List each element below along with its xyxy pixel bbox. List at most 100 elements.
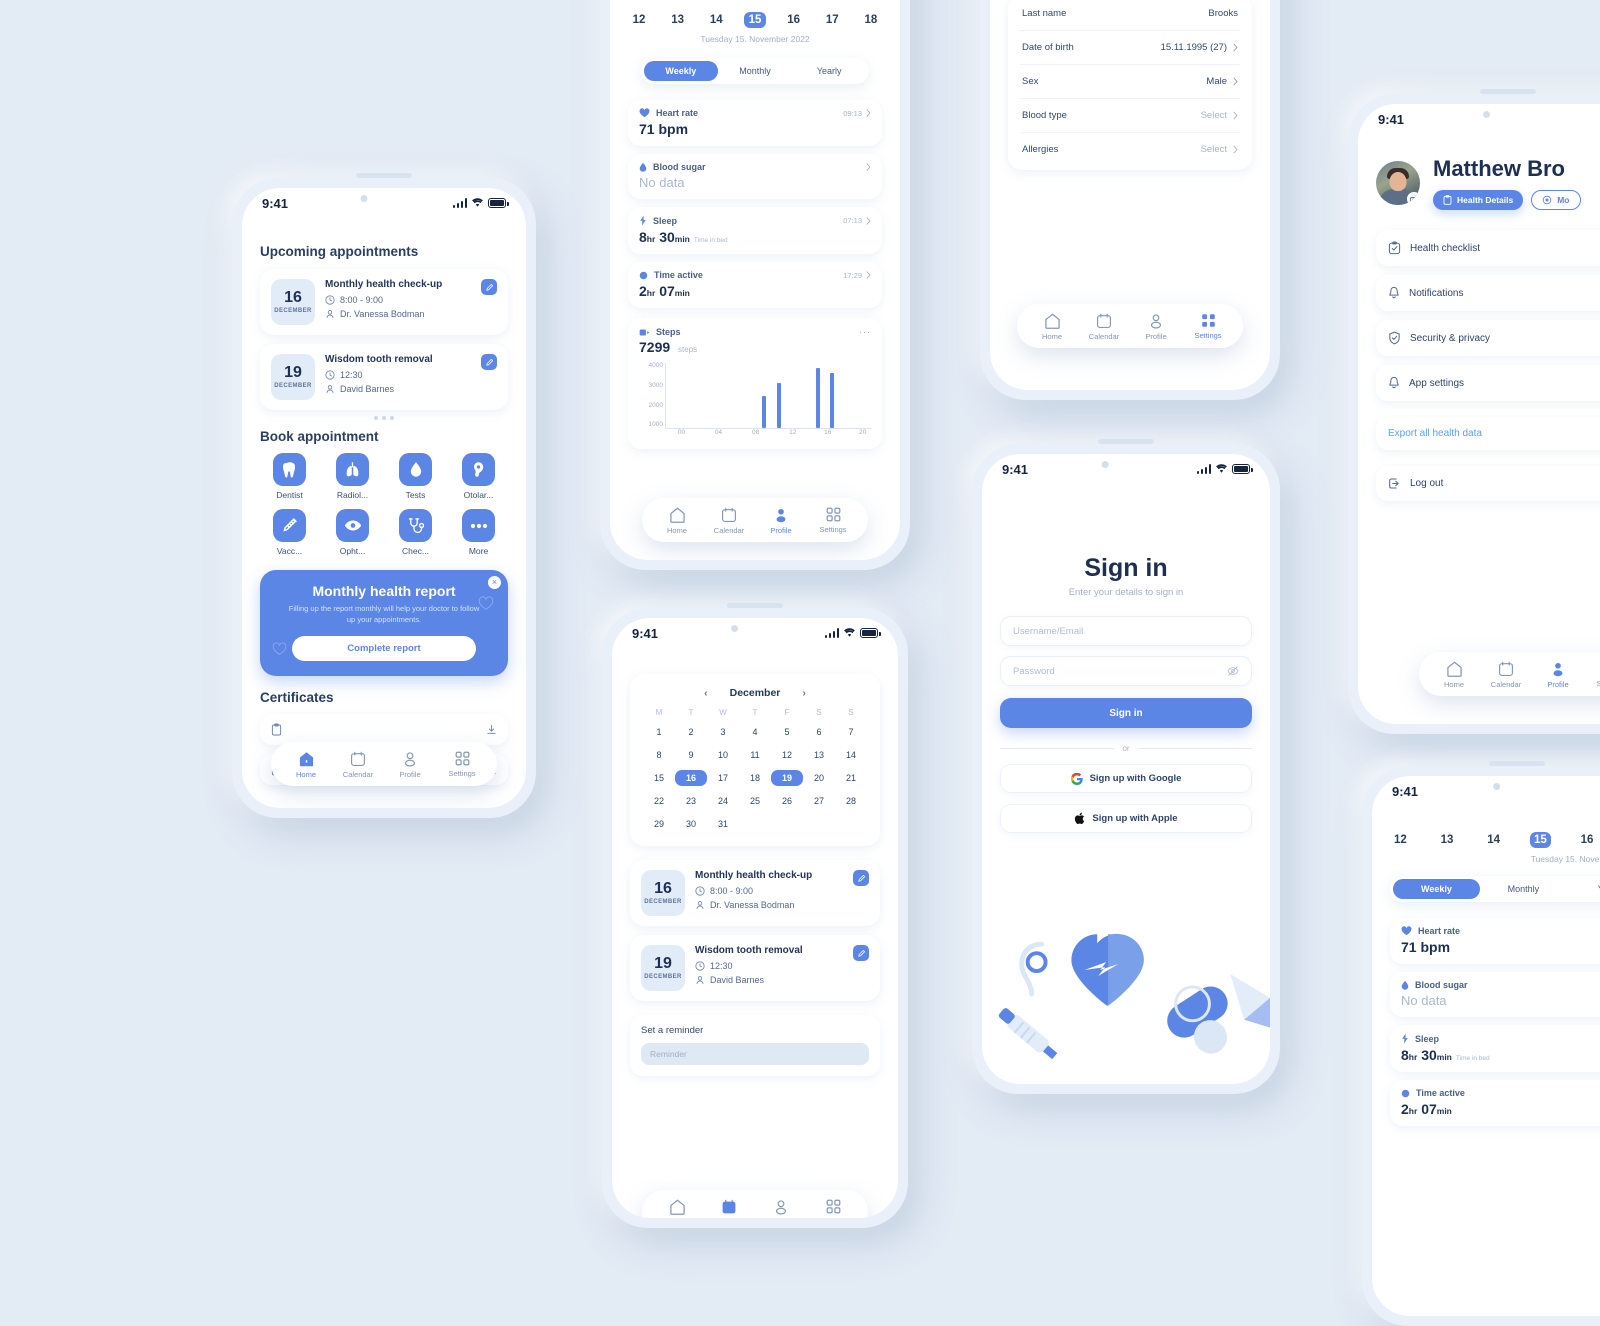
date-chip[interactable]: 14 bbox=[705, 14, 727, 26]
username-input[interactable]: Username/Email bbox=[1000, 616, 1252, 646]
period-segmented-control[interactable]: Weekly Monthly Yearly bbox=[640, 58, 870, 84]
nav-profile[interactable]: Profile bbox=[760, 1199, 802, 1218]
calendar-day[interactable]: 29 bbox=[643, 816, 675, 832]
book-item-more[interactable]: More bbox=[449, 509, 508, 556]
settings-item-health-checklist[interactable]: Health checklist bbox=[1376, 230, 1600, 266]
metric-time-active[interactable]: Time active 2hr 07min bbox=[1390, 1080, 1600, 1126]
calendar-day[interactable]: 13 bbox=[803, 747, 835, 763]
nav-calendar[interactable]: Calendar bbox=[337, 751, 379, 779]
camera-icon[interactable] bbox=[1407, 192, 1420, 205]
nav-settings[interactable]: Settings bbox=[812, 1199, 854, 1218]
nav-home[interactable]: Home bbox=[1031, 313, 1073, 341]
google-signup-button[interactable]: Sign up with Google bbox=[1000, 764, 1252, 793]
nav-calendar[interactable]: Calendar bbox=[1083, 313, 1125, 341]
segment-monthly[interactable]: Monthly bbox=[718, 61, 792, 81]
nav-home[interactable]: Home bbox=[1433, 661, 1475, 689]
book-item-vaccination[interactable]: Vacc... bbox=[260, 509, 319, 556]
date-chip[interactable]: 12 bbox=[628, 14, 650, 26]
metric-sleep[interactable]: Sleep 07:13 8hr 30min Time in bed bbox=[628, 207, 882, 254]
calendar-day[interactable]: 4 bbox=[739, 724, 771, 740]
calendar-day-selected[interactable]: 16 bbox=[675, 770, 707, 786]
calendar-day[interactable]: 2 bbox=[675, 724, 707, 740]
appointment-card[interactable]: 16 DECEMBER Monthly health check-up 8:00… bbox=[260, 269, 508, 335]
metric-blood-sugar[interactable]: Blood sugar No data bbox=[628, 154, 882, 199]
calendar-day[interactable]: 15 bbox=[643, 770, 675, 786]
nav-calendar[interactable]: Calendar bbox=[708, 1199, 750, 1218]
password-input[interactable]: Password bbox=[1000, 656, 1252, 686]
date-chip[interactable]: 13 bbox=[1437, 834, 1458, 846]
calendar-day[interactable]: 9 bbox=[675, 747, 707, 763]
nav-home[interactable]: Home bbox=[285, 751, 327, 779]
settings-item-notifications[interactable]: Notifications bbox=[1376, 275, 1600, 311]
signin-button[interactable]: Sign in bbox=[1000, 698, 1252, 728]
detail-row-allergies[interactable]: Allergies Select bbox=[1020, 133, 1240, 166]
edit-appointment-button[interactable] bbox=[481, 354, 497, 370]
segment-yearly[interactable]: Yearly bbox=[792, 61, 866, 81]
nav-settings[interactable]: Settings bbox=[1187, 313, 1229, 341]
appointment-card[interactable]: 19 DECEMBER Wisdom tooth removal 12:30 D… bbox=[630, 935, 880, 1001]
date-chip[interactable]: 16 bbox=[1577, 834, 1598, 846]
calendar-day[interactable]: 1 bbox=[643, 724, 675, 740]
date-chip[interactable]: 12 bbox=[1390, 834, 1411, 846]
book-item-tests[interactable]: Tests bbox=[386, 453, 445, 500]
date-chip-selected[interactable]: 15 bbox=[1530, 832, 1551, 848]
detail-row-date-of-birth[interactable]: Date of birth 15.11.1995 (27) bbox=[1020, 31, 1240, 65]
date-chip[interactable]: 16 bbox=[783, 14, 805, 26]
edit-appointment-button[interactable] bbox=[481, 279, 497, 295]
avatar[interactable] bbox=[1376, 161, 1420, 205]
date-chip[interactable]: 18 bbox=[860, 14, 882, 26]
detail-row-blood-type[interactable]: Blood type Select bbox=[1020, 99, 1240, 133]
calendar-day[interactable]: 3 bbox=[707, 724, 739, 740]
calendar-day[interactable]: 31 bbox=[707, 816, 739, 832]
next-month-button[interactable]: › bbox=[802, 687, 806, 699]
calendar-day[interactable]: 5 bbox=[771, 724, 803, 740]
metric-time-active[interactable]: Time active 17:29 2hr 07min bbox=[628, 262, 882, 308]
book-item-dentist[interactable]: Dentist bbox=[260, 453, 319, 500]
more-button[interactable]: Mo bbox=[1531, 190, 1581, 210]
metric-blood-sugar[interactable]: Blood sugar No data bbox=[1390, 972, 1600, 1017]
logout-button[interactable]: Log out bbox=[1376, 466, 1600, 501]
calendar-day[interactable]: 14 bbox=[835, 747, 867, 763]
settings-item-security-privacy[interactable]: Security & privacy bbox=[1376, 320, 1600, 356]
nav-home[interactable]: Home bbox=[656, 1199, 698, 1218]
nav-profile[interactable]: Profile bbox=[389, 751, 431, 779]
calendar-day[interactable]: 24 bbox=[707, 793, 739, 809]
reminder-input[interactable]: Reminder bbox=[641, 1043, 869, 1065]
book-item-otolaryngology[interactable]: Otolar... bbox=[449, 453, 508, 500]
calendar-day[interactable]: 17 bbox=[707, 770, 739, 786]
metric-sleep[interactable]: Sleep 8hr 30min Time in bed bbox=[1390, 1025, 1600, 1072]
calendar-day[interactable]: 18 bbox=[739, 770, 771, 786]
complete-report-button[interactable]: Complete report bbox=[291, 635, 477, 661]
edit-appointment-button[interactable] bbox=[853, 945, 869, 961]
nav-home[interactable]: Home bbox=[656, 507, 698, 535]
calendar-day[interactable]: 10 bbox=[707, 747, 739, 763]
appointment-card[interactable]: 16 DECEMBER Monthly health check-up 8:00… bbox=[630, 860, 880, 926]
close-icon[interactable]: × bbox=[488, 576, 501, 589]
calendar-day[interactable]: 25 bbox=[739, 793, 771, 809]
metric-heart-rate[interactable]: Heart rate 09:13 71 bpm bbox=[628, 100, 882, 146]
period-segmented-control[interactable]: Weekly Monthly Yearly bbox=[1390, 876, 1600, 902]
nav-profile[interactable]: Profile bbox=[1537, 661, 1579, 689]
export-health-data-button[interactable]: Export all health data bbox=[1376, 417, 1600, 450]
calendar-day[interactable]: 20 bbox=[803, 770, 835, 786]
steps-chart-card[interactable]: Steps ··· 7299 steps 4000 3000 2000 1000 bbox=[628, 318, 882, 449]
book-item-ophthalmology[interactable]: Opht... bbox=[323, 509, 382, 556]
segment-weekly[interactable]: Weekly bbox=[643, 61, 718, 81]
apple-signup-button[interactable]: Sign up with Apple bbox=[1000, 804, 1252, 833]
calendar-day[interactable]: 7 bbox=[835, 724, 867, 740]
calendar-day[interactable]: 27 bbox=[803, 793, 835, 809]
detail-row-last-name[interactable]: Last name Brooks bbox=[1020, 0, 1240, 31]
date-chip[interactable]: 13 bbox=[667, 14, 689, 26]
appointment-card[interactable]: 19 DECEMBER Wisdom tooth removal 12:30 D… bbox=[260, 344, 508, 410]
nav-calendar[interactable]: Calendar bbox=[1485, 661, 1527, 689]
nav-profile[interactable]: Profile bbox=[1135, 313, 1177, 341]
book-item-radiology[interactable]: Radiol... bbox=[323, 453, 382, 500]
detail-row-sex[interactable]: Sex Male bbox=[1020, 65, 1240, 99]
nav-calendar[interactable]: Calendar bbox=[708, 507, 750, 535]
nav-settings[interactable]: Settings bbox=[1589, 661, 1600, 689]
calendar-day[interactable]: 12 bbox=[771, 747, 803, 763]
calendar-day[interactable]: 21 bbox=[835, 770, 867, 786]
calendar-day-selected[interactable]: 19 bbox=[771, 770, 803, 786]
nav-settings[interactable]: Settings bbox=[812, 507, 854, 535]
calendar-day[interactable]: 8 bbox=[643, 747, 675, 763]
